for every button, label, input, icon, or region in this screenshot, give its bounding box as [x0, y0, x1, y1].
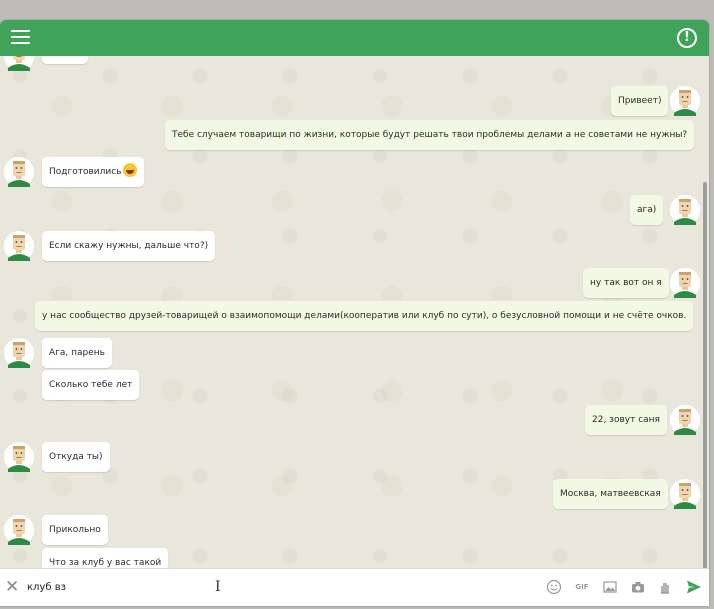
- gif-icon[interactable]: GIF: [574, 579, 590, 595]
- text-cursor-icon: I: [215, 579, 221, 595]
- hamburger-icon[interactable]: [11, 30, 30, 45]
- chat-window: ! Привеет) Тебе случаем товарищи по жизн…: [0, 20, 709, 606]
- message-bubble: Прикольно: [42, 515, 108, 545]
- top-bar: !: [0, 20, 709, 56]
- message-bubble: у нас сообщество друзей-товарищей о взаи…: [35, 301, 694, 331]
- avatar: [4, 157, 34, 187]
- scrollbar[interactable]: [703, 182, 707, 568]
- emoji-icon[interactable]: [546, 579, 562, 595]
- message-bubble: Если скажу нужны, дальше что?): [42, 231, 216, 261]
- message-bubble: Москва, матвеевская: [553, 479, 668, 509]
- info-icon[interactable]: !: [677, 28, 697, 48]
- close-icon[interactable]: ✕: [5, 577, 19, 597]
- avatar: [4, 515, 34, 545]
- sticker-icon[interactable]: [657, 579, 673, 595]
- message-text: Подготовились: [49, 167, 122, 177]
- message-bubble: Что за клуб у вас такой: [42, 548, 169, 568]
- avatar: [670, 268, 700, 298]
- message-bubble: Ага, парень: [42, 338, 112, 368]
- avatar: [670, 405, 700, 435]
- message-composer: ✕ I GIF: [0, 568, 709, 606]
- avatar: [4, 231, 34, 261]
- avatar: [4, 338, 34, 368]
- message-bubble: Подготовились: [42, 157, 144, 187]
- avatar: [670, 195, 700, 225]
- message-bubble: Сколько тебе лет: [42, 370, 140, 400]
- message-bubble: Привеет): [611, 86, 669, 116]
- image-icon[interactable]: [602, 579, 618, 595]
- avatar: [670, 86, 700, 116]
- message-bubble-partial: [42, 56, 88, 64]
- message-bubble: 22, зовут саня: [585, 405, 667, 435]
- message-bubble: ага): [630, 195, 664, 225]
- camera-icon[interactable]: [630, 579, 646, 595]
- message-bubble: Тебе случаем товарищи по жизни, которые …: [165, 120, 695, 150]
- laughing-emoji-icon: [122, 163, 137, 177]
- message-bubble: ну так вот он я: [583, 268, 669, 298]
- message-bubble: Откуда ты): [42, 442, 110, 472]
- send-icon[interactable]: [686, 579, 702, 599]
- avatar: [4, 56, 34, 71]
- avatar: [4, 442, 34, 472]
- avatar: [670, 479, 700, 509]
- message-list[interactable]: Привеет) Тебе случаем товарищи по жизни,…: [0, 56, 709, 568]
